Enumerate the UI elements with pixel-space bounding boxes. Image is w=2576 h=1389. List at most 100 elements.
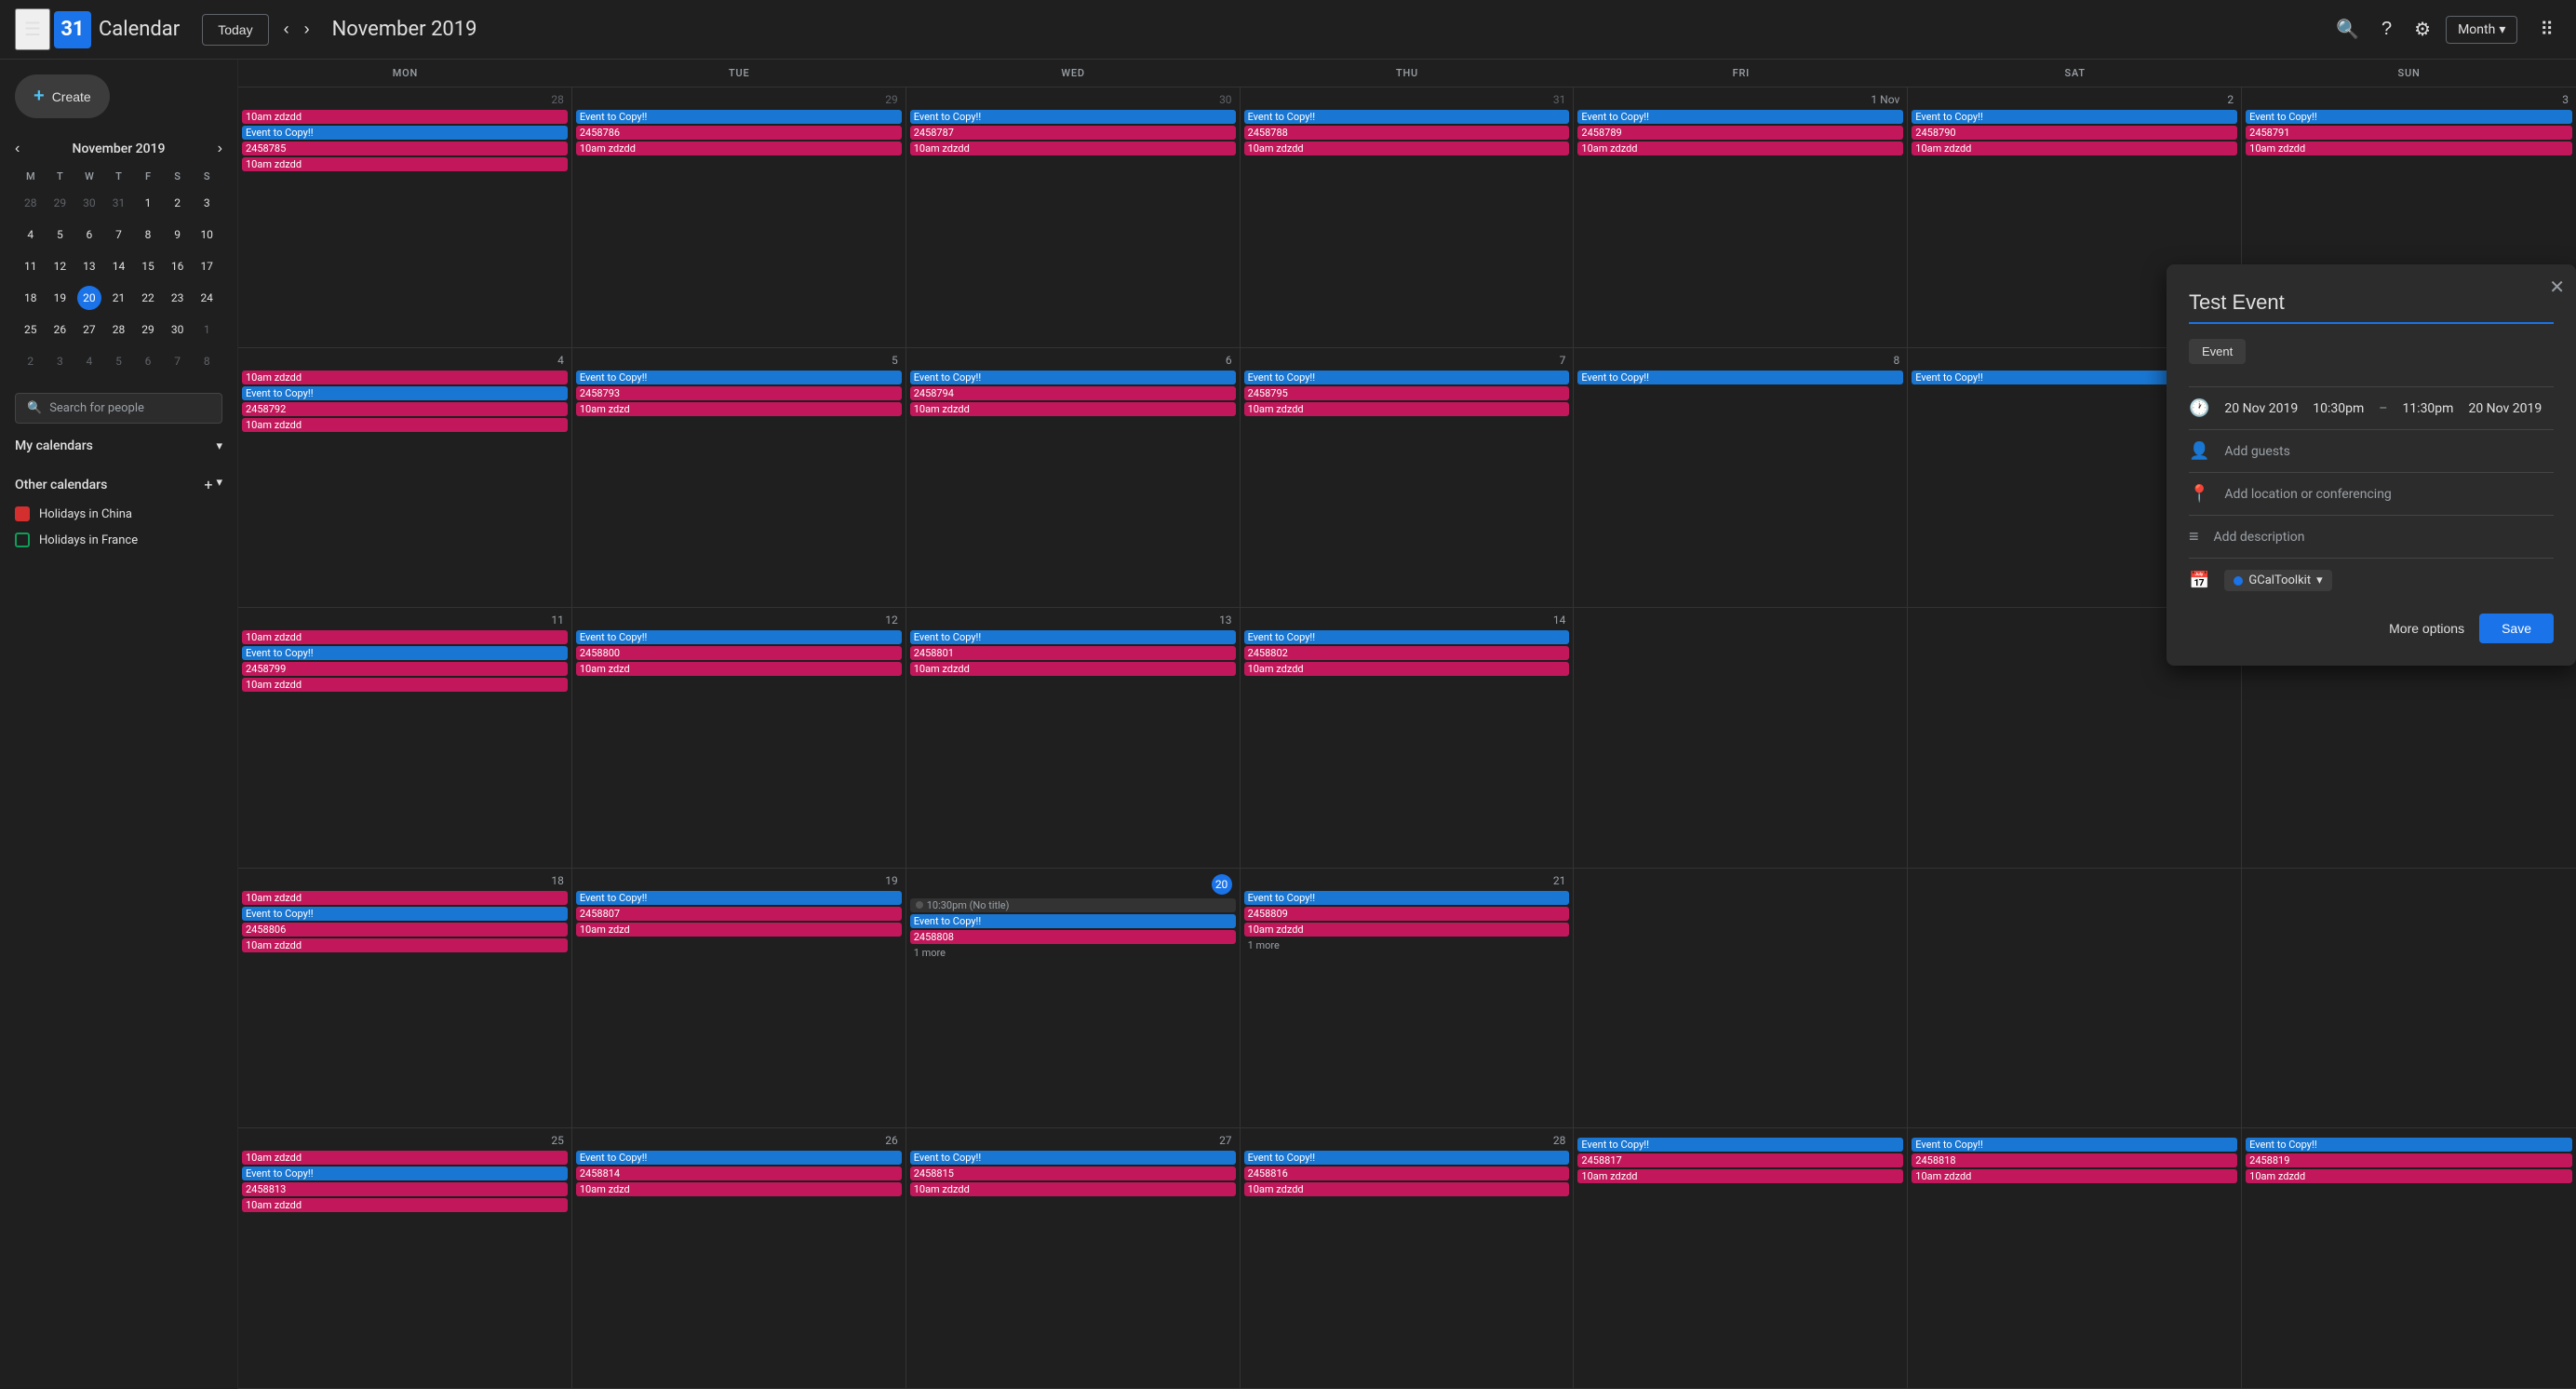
mini-cal-day[interactable]: 5 <box>47 220 74 249</box>
event-more[interactable]: 1 more <box>1244 938 1570 952</box>
cal-cell-nov6[interactable]: 6 Event to Copy!! 2458794 10am zdzdd <box>906 348 1241 608</box>
event-chip[interactable]: 10am zdzdd <box>2246 142 2572 155</box>
event-chip[interactable]: 10am zdzdd <box>1244 142 1570 155</box>
mini-cal-day[interactable]: 3 <box>47 346 74 376</box>
event-chip[interactable]: 10am zdzdd <box>242 110 568 124</box>
calendar-selector[interactable]: GCalToolkit ▾ <box>2224 570 2331 591</box>
help-button[interactable]: ? <box>2374 11 2399 47</box>
event-chip[interactable]: 10am zdzdd <box>242 157 568 171</box>
mini-cal-day[interactable]: 29 <box>134 315 162 344</box>
cal-cell-nov25[interactable]: 25 10am zdzdd Event to Copy!! 2458813 10… <box>238 1128 572 1388</box>
popup-time-end[interactable]: 11:30pm <box>2402 401 2453 416</box>
event-chip[interactable]: Event to Copy!! <box>2246 110 2572 124</box>
event-chip[interactable]: 10am zdzdd <box>910 1182 1236 1196</box>
hamburger-button[interactable]: ☰ <box>15 8 50 50</box>
event-chip[interactable]: 10am zdzdd <box>242 891 568 905</box>
event-chip[interactable]: Event to Copy!! <box>576 110 902 124</box>
cal-cell-nov1[interactable]: 1 Nov Event to Copy!! 2458789 10am zdzdd <box>1574 88 1908 347</box>
cal-cell-oct29[interactable]: 29 Event to Copy!! 2458786 10am zdzdd <box>572 88 906 347</box>
mini-cal-day[interactable]: 7 <box>164 346 192 376</box>
event-chip[interactable]: 10am zdzd <box>576 402 902 416</box>
holidays-france-item[interactable]: Holidays in France <box>0 527 237 553</box>
event-chip[interactable]: 10am zdzdd <box>1912 142 2237 155</box>
event-chip[interactable]: 10am zdzdd <box>1912 1169 2237 1183</box>
event-chip[interactable]: 2458817 <box>1577 1153 1903 1167</box>
cal-cell-nov12[interactable]: 12 Event to Copy!! 2458800 10am zdzd <box>572 608 906 868</box>
prev-month-button[interactable]: ‹ <box>276 12 297 47</box>
event-chip[interactable]: 2458799 <box>242 662 568 676</box>
event-chip[interactable]: 10am zdzdd <box>1244 662 1570 676</box>
event-chip[interactable]: Event to Copy!! <box>242 126 568 140</box>
search-people-input[interactable]: 🔍 Search for people <box>15 393 222 424</box>
event-chip[interactable]: Event to Copy!! <box>1244 110 1570 124</box>
view-selector[interactable]: Month ▾ <box>2446 16 2517 44</box>
event-chip[interactable]: 10am zdzdd <box>910 142 1236 155</box>
popup-time-start[interactable]: 10:30pm <box>2313 401 2364 416</box>
popup-close-button[interactable]: ✕ <box>2549 276 2565 299</box>
add-location-label[interactable]: Add location or conferencing <box>2224 487 2391 502</box>
mini-cal-day[interactable]: 8 <box>193 346 221 376</box>
event-chip[interactable]: Event to Copy!! <box>1244 371 1570 384</box>
mini-cal-day[interactable]: 5 <box>105 346 133 376</box>
event-chip[interactable]: 2458814 <box>576 1166 902 1180</box>
cal-cell-dec1[interactable]: Event to Copy!! 2458819 10am zdzdd <box>2242 1128 2576 1388</box>
event-chip[interactable]: Event to Copy!! <box>242 646 568 660</box>
event-chip[interactable]: 10am zdzdd <box>242 371 568 384</box>
cal-cell-nov11[interactable]: 11 10am zdzdd Event to Copy!! 2458799 10… <box>238 608 572 868</box>
mini-cal-day[interactable]: 11 <box>17 251 45 281</box>
event-chip[interactable]: 2458816 <box>1244 1166 1570 1180</box>
event-chip[interactable]: Event to Copy!! <box>576 371 902 384</box>
mini-cal-day[interactable]: 21 <box>105 283 133 313</box>
event-chip[interactable]: 2458791 <box>2246 126 2572 140</box>
cal-cell-nov13[interactable]: 13 Event to Copy!! 2458801 10am zdzdd <box>906 608 1241 868</box>
cal-cell-nov27[interactable]: 27 Event to Copy!! 2458815 10am zdzdd <box>906 1128 1241 1388</box>
mini-cal-day[interactable]: 30 <box>75 188 103 218</box>
mini-cal-day[interactable]: 18 <box>17 283 45 313</box>
add-calendar-icon[interactable]: + <box>204 476 212 493</box>
event-more[interactable]: 1 more <box>910 946 1236 960</box>
event-chip[interactable]: 2458819 <box>2246 1153 2572 1167</box>
popup-date-start[interactable]: 20 Nov 2019 <box>2224 401 2298 416</box>
mini-cal-day[interactable]: 16 <box>164 251 192 281</box>
cal-cell-nov7[interactable]: 7 Event to Copy!! 2458795 10am zdzdd <box>1241 348 1575 608</box>
search-button[interactable]: 🔍 <box>2328 10 2367 48</box>
event-chip[interactable]: Event to Copy!! <box>1912 1138 2237 1152</box>
event-chip[interactable]: Event to Copy!! <box>1577 110 1903 124</box>
event-chip[interactable]: Event to Copy!! <box>1244 630 1570 644</box>
event-chip[interactable]: Event to Copy!! <box>2246 1138 2572 1152</box>
cal-cell-nov24[interactable] <box>2242 869 2576 1128</box>
event-chip[interactable]: 2458818 <box>1912 1153 2237 1167</box>
event-chip[interactable]: 10am zdzdd <box>910 662 1236 676</box>
mini-cal-day[interactable]: 4 <box>17 220 45 249</box>
cal-cell-nov14[interactable]: 14 Event to Copy!! 2458802 10am zdzdd <box>1241 608 1575 868</box>
mini-cal-day[interactable]: 22 <box>134 283 162 313</box>
event-chip[interactable]: Event to Copy!! <box>1577 1138 1903 1152</box>
other-calendars-header[interactable]: Other calendars + ▾ <box>0 468 237 501</box>
apps-button[interactable]: ⠿ <box>2532 10 2561 48</box>
mini-cal-day[interactable]: 24 <box>193 283 221 313</box>
today-button[interactable]: Today <box>202 14 268 46</box>
event-chip[interactable]: Event to Copy!! <box>1244 1151 1570 1165</box>
event-chip[interactable]: 10am zdzdd <box>242 1151 568 1165</box>
event-chip[interactable]: 10am zdzdd <box>1577 1169 1903 1183</box>
mini-cal-day[interactable]: 23 <box>164 283 192 313</box>
cal-cell-nov28[interactable]: 28 Event to Copy!! 2458816 10am zdzdd <box>1241 1128 1575 1388</box>
cal-cell-nov5[interactable]: 5 Event to Copy!! 2458793 10am zdzd <box>572 348 906 608</box>
event-chip[interactable]: 2458813 <box>242 1182 568 1196</box>
popup-description-row[interactable]: ≡ Add description <box>2189 519 2554 554</box>
event-chip[interactable]: Event to Copy!! <box>1912 110 2237 124</box>
event-chip[interactable]: 2458806 <box>242 923 568 937</box>
event-chip[interactable]: 10am zdzdd <box>910 402 1236 416</box>
event-chip[interactable]: Event to Copy!! <box>242 1166 568 1180</box>
event-chip[interactable]: Event to Copy!! <box>910 1151 1236 1165</box>
event-chip[interactable]: 2458786 <box>576 126 902 140</box>
mini-cal-day[interactable]: 25 <box>17 315 45 344</box>
event-chip[interactable]: 2458801 <box>910 646 1236 660</box>
cal-cell-nov8[interactable]: 8 Event to Copy!! <box>1574 348 1908 608</box>
cal-cell-nov19[interactable]: 19 Event to Copy!! 2458807 10am zdzd <box>572 869 906 1128</box>
save-button[interactable]: Save <box>2479 614 2554 643</box>
event-chip[interactable]: 10am zdzdd <box>242 630 568 644</box>
mini-cal-day[interactable]: 2 <box>17 346 45 376</box>
mini-cal-day[interactable]: 17 <box>193 251 221 281</box>
event-chip[interactable]: 2458792 <box>242 402 568 416</box>
